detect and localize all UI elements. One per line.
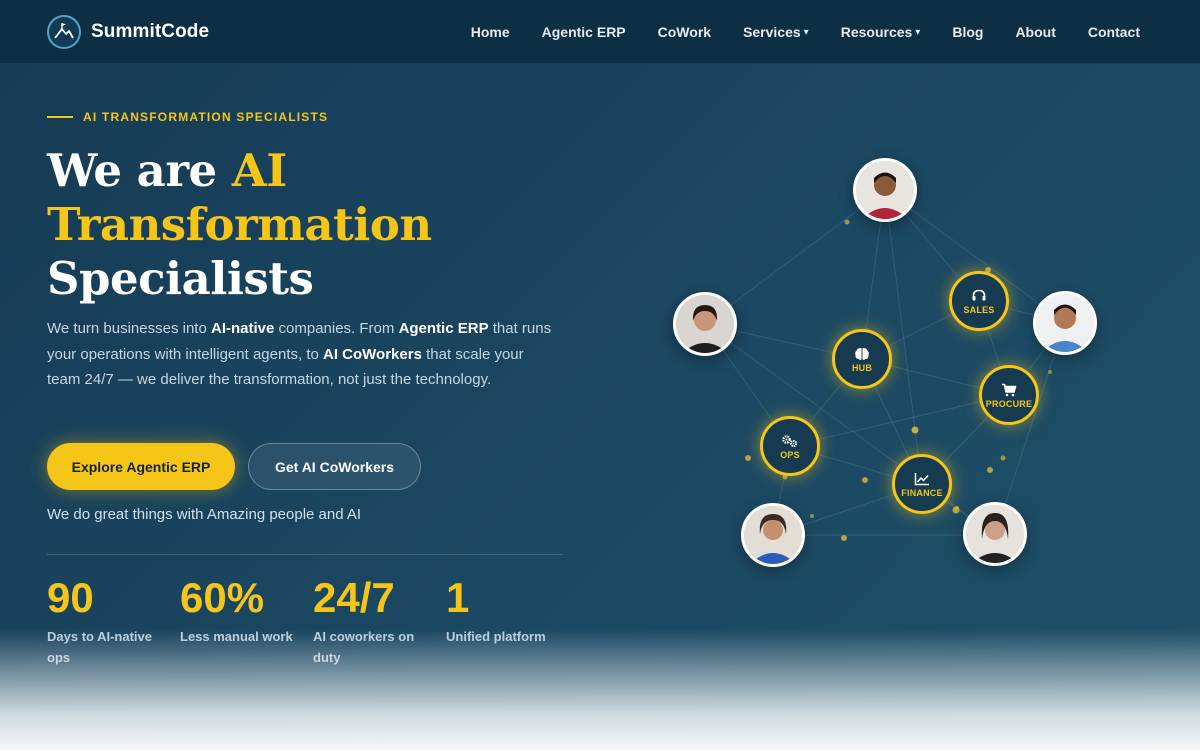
nav-item-agentic-erp[interactable]: Agentic ERP — [542, 24, 626, 40]
headset-icon — [970, 288, 988, 304]
lead-emphasis: AI CoWorkers — [323, 345, 422, 363]
nav-item-cowork[interactable]: CoWork — [658, 24, 711, 40]
stats-row: 90 Days to AI-native ops 60% Less manual… — [47, 574, 579, 668]
headline-part2: Specialists — [47, 252, 314, 305]
network-node-procure: PROCURE — [979, 365, 1039, 425]
stat-item: 24/7 AI coworkers on duty — [313, 574, 446, 668]
network-node-ops: OPS — [760, 416, 820, 476]
avatar — [963, 502, 1027, 566]
nav-links: Home Agentic ERP CoWork Services ▾ Resour… — [471, 0, 1140, 64]
node-label: FINANCE — [901, 487, 943, 498]
nav-item-label: Agentic ERP — [541, 24, 626, 40]
avatar — [673, 292, 737, 356]
stat-label: Unified platform — [446, 629, 546, 644]
get-ai-coworkers-button[interactable]: Get AI CoWorkers — [248, 443, 421, 490]
stat-value: 24/7 — [313, 574, 395, 621]
hero-tagline: We do great things with Amazing people a… — [47, 506, 362, 523]
stat-item: 90 Days to AI-native ops — [47, 574, 180, 668]
nav-item-label: Resources — [840, 24, 913, 40]
stat-label: AI coworkers on duty — [313, 629, 415, 665]
chevron-down-icon: ▾ — [915, 26, 921, 38]
stat-item: 1 Unified platform — [446, 574, 579, 668]
gears-icon — [781, 433, 799, 449]
lead-text: companies. From — [274, 320, 399, 337]
lead-emphasis: Agentic ERP — [398, 320, 489, 337]
nav-item-blog[interactable]: Blog — [952, 24, 983, 40]
eyebrow-text: AI TRANSFORMATION SPECIALISTS — [83, 110, 329, 124]
nav-item-label: Blog — [952, 24, 984, 40]
stat-value: 60% — [180, 574, 265, 621]
avatar — [1033, 291, 1097, 355]
node-label: SALES — [963, 304, 995, 315]
stat-label: Days to AI-native ops — [47, 629, 152, 665]
avatar — [741, 503, 805, 567]
nav-item-label: Services — [743, 24, 801, 40]
brand[interactable]: SummitCode — [47, 15, 209, 49]
explore-agentic-erp-button[interactable]: Explore Agentic ERP — [47, 443, 235, 490]
nav-item-label: Home — [470, 24, 510, 40]
nav-item-resources[interactable]: Resources ▾ — [841, 24, 921, 40]
network-node-sales: SALES — [949, 271, 1009, 331]
nav-item-contact[interactable]: Contact — [1088, 24, 1140, 40]
cart-icon — [1000, 382, 1018, 398]
mountain-flag-icon — [47, 15, 81, 49]
nav-item-home[interactable]: Home — [471, 24, 510, 40]
stat-value: 90 — [47, 574, 94, 621]
node-label: HUB — [851, 362, 873, 373]
network-node-finance: FINANCE — [892, 454, 952, 514]
eyebrow-line — [47, 116, 73, 118]
avatar — [853, 158, 917, 222]
lead-emphasis: AI-native — [210, 320, 275, 337]
ai-network-illustration: HUB SALES PROCURE OPS FINANCE — [640, 140, 1140, 600]
brain-icon — [853, 346, 871, 362]
top-navbar: SummitCode Home Agentic ERP CoWork Servi… — [0, 0, 1200, 64]
node-label: OPS — [780, 449, 800, 460]
nav-item-label: About — [1015, 24, 1056, 40]
headline-part1: We are — [47, 144, 232, 197]
chart-icon — [913, 471, 931, 487]
page: SummitCode Home Agentic ERP CoWork Servi… — [0, 0, 1200, 750]
network-node-hub: HUB — [832, 329, 892, 389]
hero-headline: We are AI Transformation Specialists — [47, 144, 567, 306]
chevron-down-icon: ▾ — [803, 26, 809, 38]
node-label: PROCURE — [985, 398, 1033, 409]
lead-text: We turn businesses into — [47, 320, 211, 337]
stat-value: 1 — [446, 574, 470, 621]
nav-item-services[interactable]: Services ▾ — [743, 24, 809, 40]
nav-item-label: CoWork — [657, 24, 712, 40]
brand-name: SummitCode — [91, 21, 210, 42]
hero-lead: We turn businesses into AI-native compan… — [47, 316, 557, 393]
stat-label: Less manual work — [180, 629, 293, 644]
nav-item-label: Contact — [1087, 24, 1140, 40]
nav-item-about[interactable]: About — [1015, 24, 1055, 40]
divider — [47, 554, 563, 555]
hero-eyebrow: AI TRANSFORMATION SPECIALISTS — [47, 110, 328, 124]
stat-item: 60% Less manual work — [180, 574, 313, 668]
